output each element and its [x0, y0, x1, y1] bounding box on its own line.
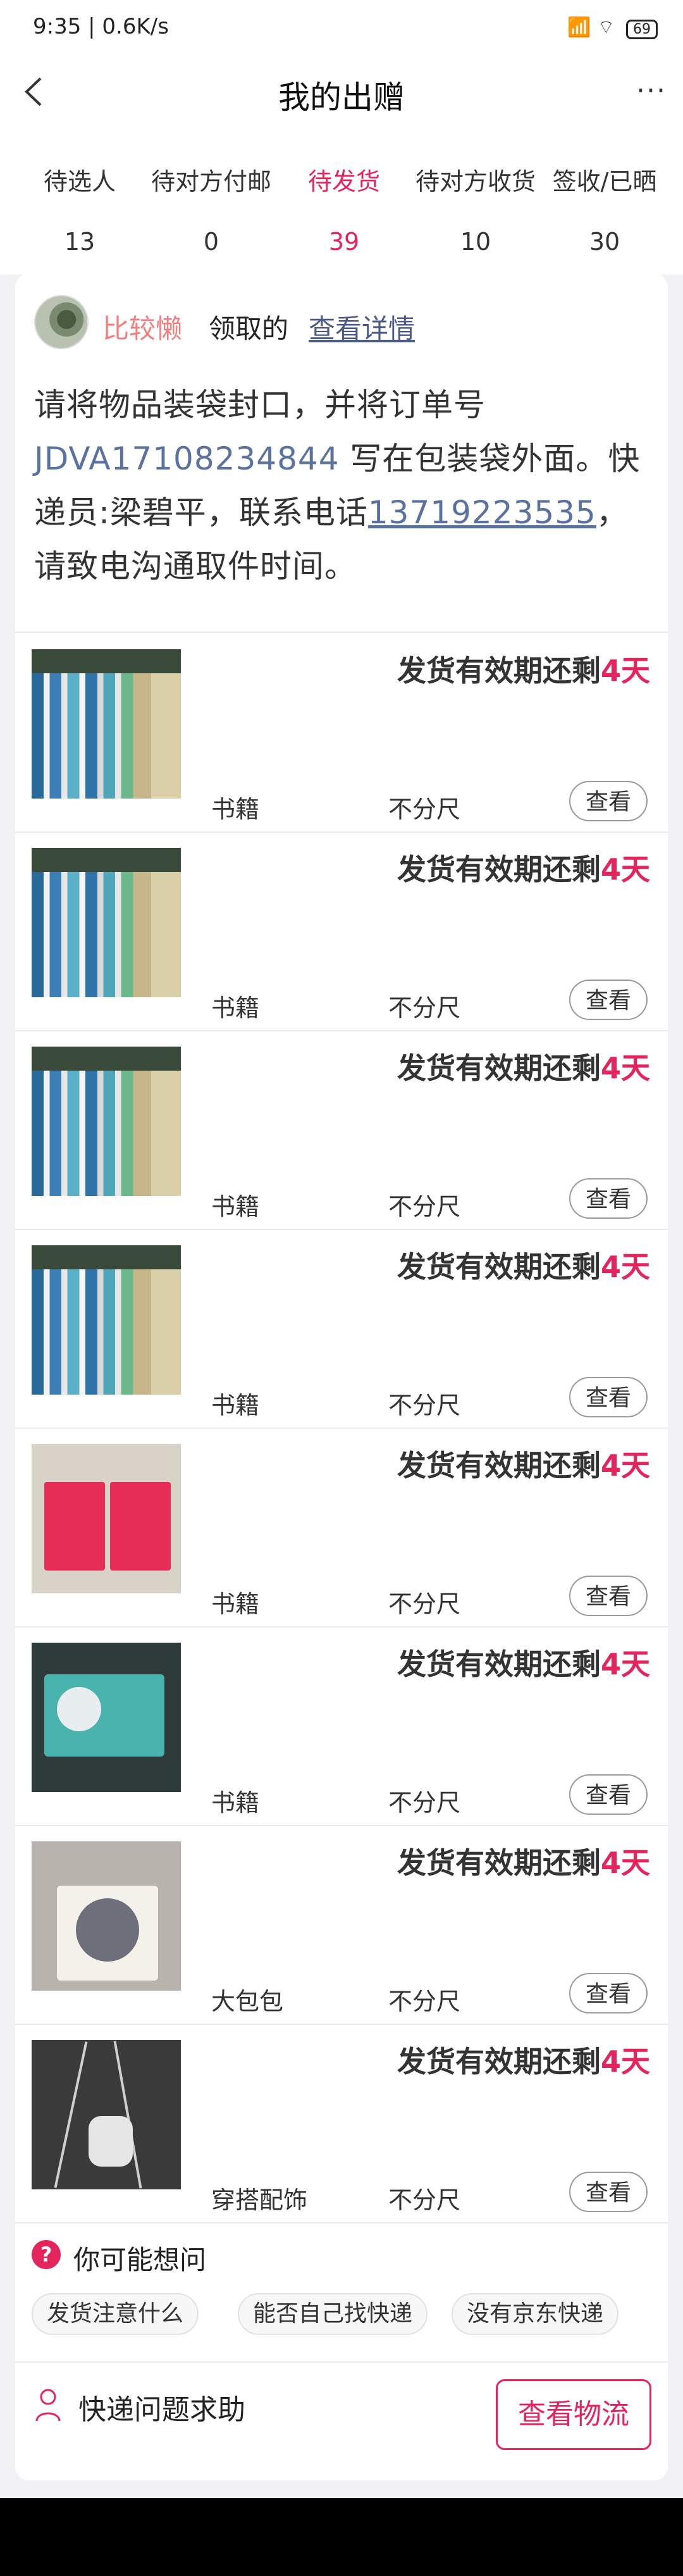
list-item: 发货有效期还剩4天 大包包 不分尺 查看	[15, 1825, 668, 2024]
tab-signed[interactable]: 签收/已晒 30	[536, 162, 673, 256]
faq-chip[interactable]: 能否自己找快递	[238, 2293, 428, 2335]
list-item: 发货有效期还剩4天 书籍 不分尺 查看	[15, 1626, 668, 1825]
receiver-name[interactable]: 比较懒	[102, 308, 182, 346]
item-size: 不分尺	[388, 1789, 461, 1817]
ship-deadline: 发货有效期还剩4天	[397, 1051, 650, 1085]
order-number: JDVA17108234844	[34, 440, 340, 477]
tab-pending-postage[interactable]: 待对方付邮 0	[143, 162, 280, 256]
ship-deadline: 发货有效期还剩4天	[397, 852, 650, 887]
item-size: 不分尺	[388, 994, 461, 1022]
view-detail-link[interactable]: 查看详情	[309, 308, 415, 346]
view-button[interactable]: 查看	[569, 781, 648, 821]
view-button[interactable]: 查看	[569, 1178, 648, 1219]
tab-count: 10	[460, 228, 491, 256]
list-item: 发货有效期还剩4天 书籍 不分尺 查看	[15, 1030, 668, 1229]
tab-count: 30	[589, 228, 620, 256]
tab-label: 待选人	[43, 168, 116, 196]
view-button[interactable]: 查看	[569, 1377, 648, 1417]
page-title: 我的出赠	[278, 79, 405, 116]
view-button[interactable]: 查看	[569, 1576, 648, 1616]
item-category: 书籍	[211, 1193, 260, 1221]
view-button[interactable]: 查看	[569, 1973, 648, 2013]
tab-pending-select[interactable]: 待选人 13	[11, 162, 148, 256]
receiver-row: 比较懒 领取的 查看详情	[34, 295, 641, 352]
item-category: 书籍	[211, 795, 260, 823]
status-icons: 📶 ⌔ 69	[567, 15, 658, 39]
view-button[interactable]: 查看	[569, 1774, 648, 1815]
battery-icon: 69	[626, 20, 658, 39]
tab-label: 待发货	[307, 168, 380, 196]
ship-deadline: 发货有效期还剩4天	[397, 1448, 650, 1483]
person-icon	[35, 2389, 61, 2422]
item-size: 不分尺	[388, 1193, 461, 1221]
view-button[interactable]: 查看	[569, 2172, 648, 2212]
item-thumbnail[interactable]	[32, 1047, 181, 1196]
status-time: 9:35 | 0.6K/s	[33, 14, 169, 39]
list-item: 发货有效期还剩4天 穿搭配饰 不分尺 查看	[15, 2024, 668, 2222]
faq-chip[interactable]: 没有京东快递	[452, 2293, 619, 2335]
status-bar: 9:35 | 0.6K/s 📶 ⌔ 69	[0, 0, 683, 61]
item-thumbnail[interactable]	[32, 649, 181, 799]
courier-help-row: 快递问题求助 查看物流	[15, 2364, 668, 2459]
item-category: 书籍	[211, 994, 260, 1022]
item-category: 大包包	[211, 1988, 284, 2015]
divider	[15, 2361, 668, 2363]
view-button[interactable]: 查看	[569, 980, 648, 1020]
item-thumbnail[interactable]	[32, 1841, 181, 1991]
list-item: 发货有效期还剩4天 书籍 不分尺 查看	[15, 831, 668, 1030]
item-size: 不分尺	[388, 2186, 461, 2214]
item-category: 书籍	[211, 1391, 260, 1419]
item-size: 不分尺	[388, 795, 461, 823]
item-category: 书籍	[211, 1590, 260, 1618]
item-size: 不分尺	[388, 1988, 461, 2015]
item-size: 不分尺	[388, 1590, 461, 1618]
signal-wifi-icon: 📶 ⌔	[567, 16, 615, 39]
avatar[interactable]	[34, 295, 89, 349]
faq-title: 你可能想问	[73, 2244, 207, 2275]
order-card: 比较懒 领取的 查看详情 请将物品装袋封口，并将订单号 JDVA17108234…	[15, 273, 668, 2480]
item-thumbnail[interactable]	[32, 1643, 181, 1792]
tab-label: 签收/已晒	[552, 168, 657, 196]
item-category: 穿搭配饰	[211, 2186, 308, 2214]
tab-count: 0	[203, 228, 219, 256]
ship-deadline: 发货有效期还剩4天	[397, 654, 650, 688]
more-dots-icon[interactable]: ···	[636, 75, 667, 107]
title-bar: 我的出赠 ···	[0, 61, 683, 124]
view-logistics-button[interactable]: 查看物流	[496, 2379, 651, 2450]
courier-help-label[interactable]: 快递问题求助	[78, 2387, 245, 2427]
ship-deadline: 发货有效期还剩4天	[397, 1846, 650, 1880]
item-thumbnail[interactable]	[32, 1444, 181, 1593]
tab-label: 待对方付邮	[151, 168, 271, 196]
tab-count: 13	[64, 228, 95, 256]
notice-text: 请将物品装袋封口，并将订单号	[34, 387, 486, 423]
list-item: 发货有效期还剩4天 书籍 不分尺 查看	[15, 633, 668, 831]
ship-deadline: 发货有效期还剩4天	[397, 1647, 650, 1681]
list-item: 发货有效期还剩4天 书籍 不分尺 查看	[15, 1229, 668, 1428]
item-thumbnail[interactable]	[32, 848, 181, 997]
list-item: 发货有效期还剩4天 书籍 不分尺 查看	[15, 1428, 668, 1626]
courier-phone-link[interactable]: 13719223535	[368, 494, 596, 531]
question-icon: ?	[32, 2240, 61, 2269]
ship-deadline: 发货有效期还剩4天	[397, 2044, 650, 2079]
faq-chip[interactable]: 发货注意什么	[32, 2293, 199, 2335]
receiver-action: 领取的	[209, 313, 289, 344]
divider	[15, 2222, 668, 2224]
item-size: 不分尺	[388, 1391, 461, 1419]
item-thumbnail[interactable]	[32, 1245, 181, 1395]
system-nav-bar	[0, 2498, 683, 2576]
tab-pending-receive[interactable]: 待对方收货 10	[407, 162, 544, 256]
shipping-notice: 请将物品装袋封口，并将订单号 JDVA17108234844 写在包装袋外面。快…	[34, 378, 654, 594]
status-tabs: 待选人 13 待对方付邮 0 待发货 39 待对方收货 10 签收/已晒 30	[0, 124, 683, 300]
tab-label: 待对方收货	[415, 168, 536, 196]
ship-deadline: 发货有效期还剩4天	[397, 1250, 650, 1284]
tab-count: 39	[328, 228, 360, 256]
item-thumbnail[interactable]	[32, 2040, 181, 2189]
tab-pending-ship[interactable]: 待发货 39	[276, 162, 412, 300]
item-category: 书籍	[211, 1789, 260, 1817]
